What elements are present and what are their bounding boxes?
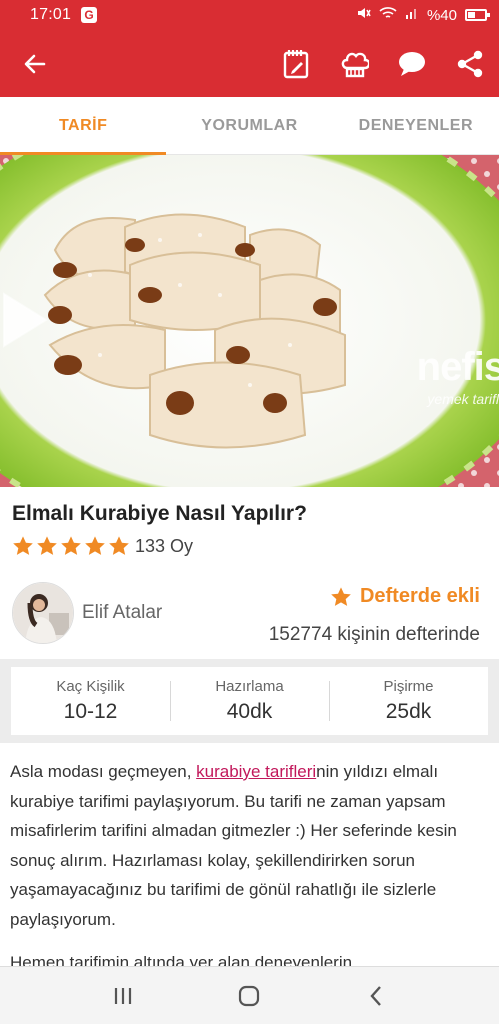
author-row[interactable]: Elif Atalar	[12, 582, 162, 644]
star-icon	[85, 536, 105, 555]
home-button[interactable]	[219, 971, 279, 1021]
brand-watermark: nefis	[416, 345, 499, 389]
home-icon	[239, 985, 260, 1006]
back-button[interactable]	[0, 30, 70, 97]
battery-percent: %40	[426, 6, 457, 24]
recipe-info-strip: Kaç Kişilik 10-12 Hazırlama 40dk Pişirme…	[0, 659, 499, 743]
cook-time-cell: Pişirme 25dk	[329, 667, 488, 735]
google-app-badge: G	[81, 7, 98, 23]
signal-icon	[405, 6, 419, 24]
notepad-icon	[283, 49, 309, 78]
author-photo	[13, 583, 73, 643]
author-name[interactable]: Elif Atalar	[82, 602, 162, 624]
notebook-status-label: Defterde ekli	[359, 585, 480, 607]
status-bar: 17:01 G %40	[0, 0, 499, 30]
description-intro: Asla modası geçmeyen,	[10, 762, 197, 781]
servings-label: Kaç Kişilik	[56, 678, 125, 695]
star-icon	[61, 536, 81, 555]
share-icon	[457, 50, 483, 77]
star-icon	[109, 536, 129, 555]
recipe-video-thumbnail[interactable]: nefis yemek tarifl	[0, 155, 499, 487]
status-time: 17:01	[30, 6, 72, 23]
recent-apps-icon	[115, 987, 132, 1004]
system-nav-bar	[0, 966, 499, 1024]
star-icon	[331, 586, 351, 606]
back-nav-button[interactable]	[346, 971, 406, 1021]
cookie-recipes-link[interactable]: kurabiye tarifleri	[196, 762, 316, 781]
recipe-title: Elmalı Kurabiye Nasıl Yapılır?	[12, 502, 307, 525]
comment-icon	[399, 51, 425, 76]
arrow-left-icon	[24, 54, 46, 73]
tab-recipe[interactable]: TARİF	[0, 97, 167, 155]
recipe-description: Asla modası geçmeyen, kurabiye tarifleri…	[10, 757, 490, 934]
star-icon	[37, 536, 57, 555]
cook-time-value: 25dk	[385, 700, 432, 723]
recent-apps-button[interactable]	[93, 971, 153, 1021]
rating-row[interactable]: 133 Oy	[12, 535, 193, 557]
play-icon[interactable]	[0, 290, 50, 350]
prep-time-value: 40dk	[226, 700, 273, 723]
comment-button[interactable]	[383, 30, 441, 97]
star-icon	[13, 536, 33, 555]
description-rest: nin yıldızı elmalı kurabiye tarifimi pay…	[10, 762, 457, 929]
avatar[interactable]	[12, 582, 74, 644]
servings-value: 10-12	[63, 700, 118, 723]
vote-count: 133 Oy	[135, 535, 194, 556]
rating-stars	[12, 535, 130, 557]
top-app-bar	[0, 30, 499, 97]
chevron-left-icon	[370, 985, 381, 1006]
servings-cell: Kaç Kişilik 10-12	[11, 667, 170, 735]
notebook-count: 152774 kişinin defterinde	[268, 624, 480, 645]
wifi-icon	[379, 6, 397, 24]
prep-time-cell: Hazırlama 40dk	[170, 667, 329, 735]
brand-watermark-sub: yemek tarifl	[427, 391, 499, 407]
prep-time-label: Hazırlama	[215, 678, 284, 695]
chef-hat-icon	[341, 52, 369, 77]
cookie-plate-image	[0, 155, 499, 487]
tab-comments[interactable]: YORUMLAR	[166, 97, 332, 154]
tab-bar: TARİF YORUMLAR DENEYENLER	[0, 97, 499, 155]
notebook-button[interactable]	[267, 30, 325, 97]
tab-testers[interactable]: DENEYENLER	[333, 97, 499, 154]
notebook-status-button[interactable]: Defterde ekli	[330, 585, 480, 608]
battery-icon	[465, 9, 490, 21]
chef-button[interactable]	[325, 30, 383, 97]
cook-time-label: Pişirme	[383, 678, 434, 695]
description-next-paragraph: Hemen tarifimin altında yer alan deneyen…	[10, 953, 353, 967]
share-button[interactable]	[441, 30, 499, 97]
recipe-info-card: Kaç Kişilik 10-12 Hazırlama 40dk Pişirme…	[11, 667, 488, 735]
mute-icon	[355, 5, 371, 25]
